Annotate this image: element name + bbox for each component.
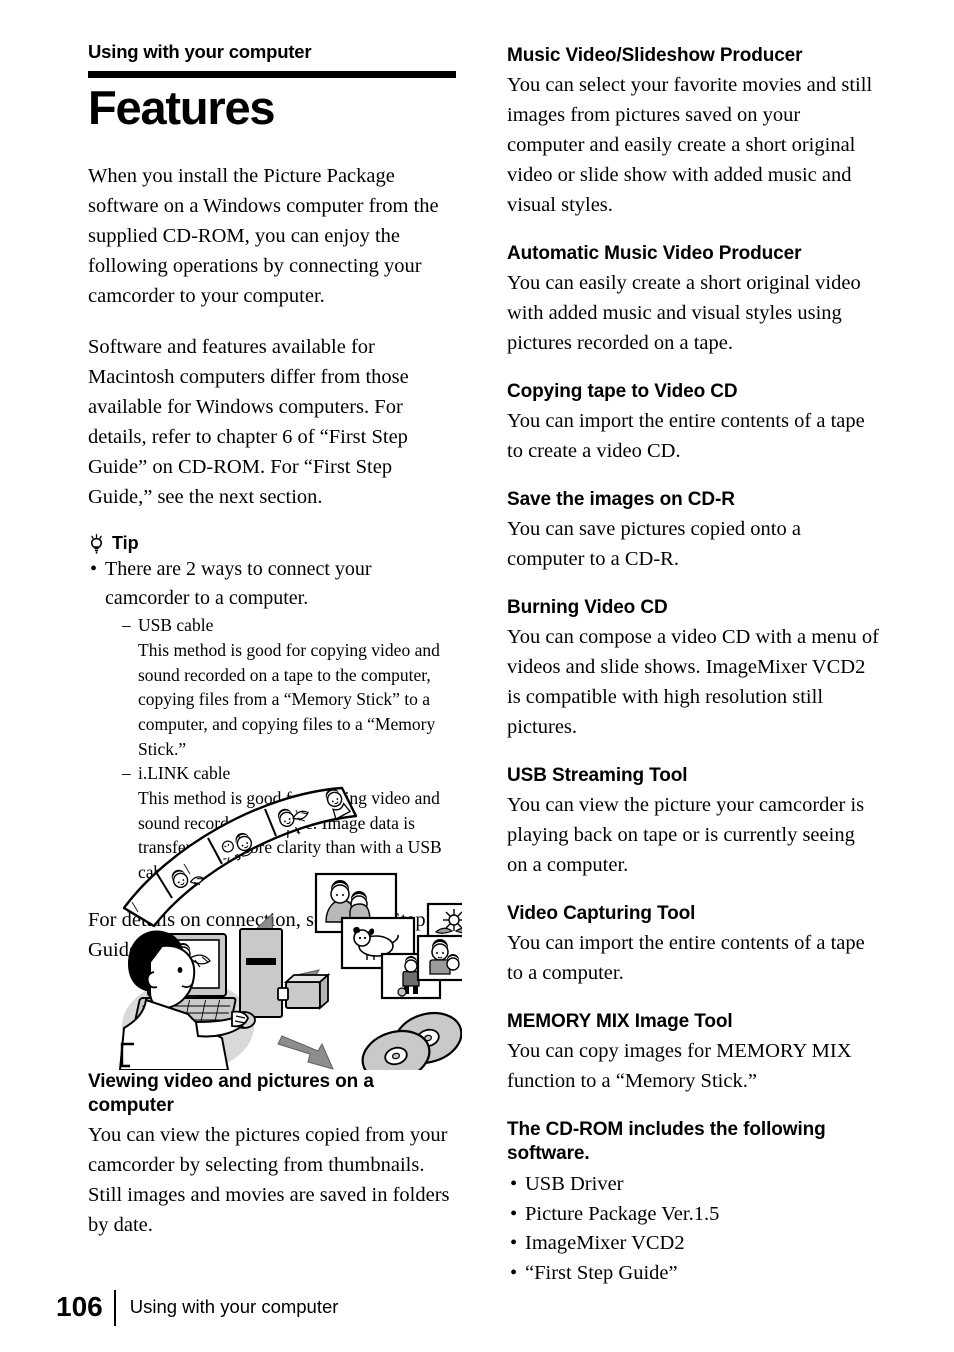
- feature-section: MEMORY MIX Image Tool You can copy image…: [507, 1010, 879, 1096]
- tip-bullet-text: There are 2 ways to connect your camcord…: [105, 558, 372, 610]
- sub-item-description: This method is good for copying video an…: [138, 639, 440, 759]
- section-body: You can select your favorite movies and …: [507, 73, 873, 217]
- section-heading: Viewing video and pictures on a computer: [88, 1071, 374, 1116]
- title-rule: [88, 71, 456, 79]
- section-body: You can view the pictures copied from yo…: [88, 1123, 450, 1236]
- feature-section: Automatic Music Video Producer You can e…: [507, 242, 879, 358]
- section-heading: Music Video/Slideshow Producer: [507, 45, 803, 66]
- section-body: You can save pictures copied onto a comp…: [507, 518, 801, 571]
- page-footer: 106 Using with your computer: [56, 1290, 338, 1326]
- sub-item-term: USB cable: [138, 615, 214, 636]
- footer-divider: [113, 1290, 116, 1326]
- section-heading: Burning Video CD: [507, 597, 668, 619]
- document-page: Using with your computer Features When y…: [0, 0, 954, 1352]
- list-item: USB Driver: [507, 1170, 879, 1200]
- feature-section: Burning Video CD You can compose a video…: [507, 596, 879, 742]
- page-number: 106: [56, 1291, 103, 1322]
- tip-label: Tip: [112, 533, 139, 554]
- tip-header: Tip: [88, 533, 458, 554]
- intro-paragraph-1: When you install the Picture Package sof…: [88, 164, 439, 308]
- computer-workflow-illustration: 5: [110, 786, 462, 1070]
- section-body: You can import the entire contents of a …: [507, 932, 865, 985]
- section-body: You can copy images for MEMORY MIX funct…: [507, 1040, 852, 1093]
- list-item: USB cable This method is good for copyin…: [122, 613, 458, 761]
- feature-section: Save the images on CD-R You can save pic…: [507, 488, 879, 574]
- software-list-section: The CD-ROM includes the following softwa…: [507, 1118, 879, 1288]
- section-heading: Automatic Music Video Producer: [507, 243, 802, 265]
- section-heading: MEMORY MIX Image Tool: [507, 1011, 733, 1033]
- section-heading: Copying tape to Video CD: [507, 381, 738, 403]
- right-column: Music Video/Slideshow Producer You can s…: [507, 44, 879, 1288]
- running-title: Using with your computer: [129, 1296, 339, 1317]
- lightbulb-icon: [88, 533, 105, 554]
- viewing-section: Viewing video and pictures on a computer…: [88, 1070, 460, 1240]
- list-item: Picture Package Ver.1.5: [507, 1200, 879, 1230]
- section-heading: The CD-ROM includes the following softwa…: [507, 1119, 826, 1165]
- sub-item-term: i.LINK cable: [138, 763, 231, 784]
- intro-paragraph-2: Software and features available for Maci…: [88, 336, 409, 509]
- section-body: You can import the entire contents of a …: [507, 410, 865, 463]
- feature-section: USB Streaming Tool You can view the pict…: [507, 764, 879, 880]
- page-title: Features: [88, 81, 276, 135]
- section-body: You can easily create a short original v…: [507, 272, 861, 355]
- section-heading: USB Streaming Tool: [507, 765, 688, 787]
- section-heading: Save the images on CD-R: [507, 489, 735, 511]
- feature-section: Video Capturing Tool You can import the …: [507, 902, 879, 988]
- section-body: You can view the picture your camcorder …: [507, 794, 865, 877]
- feature-section: Music Video/Slideshow Producer You can s…: [507, 44, 879, 220]
- list-item: ImageMixer VCD2: [507, 1229, 879, 1259]
- feature-section: Copying tape to Video CD You can import …: [507, 380, 879, 466]
- software-list: USB Driver Picture Package Ver.1.5 Image…: [507, 1170, 879, 1288]
- list-item: “First Step Guide”: [507, 1259, 879, 1289]
- section-heading: Video Capturing Tool: [507, 903, 696, 925]
- chapter-label: Using with your computer: [88, 41, 312, 62]
- section-body: You can compose a video CD with a menu o…: [507, 626, 879, 739]
